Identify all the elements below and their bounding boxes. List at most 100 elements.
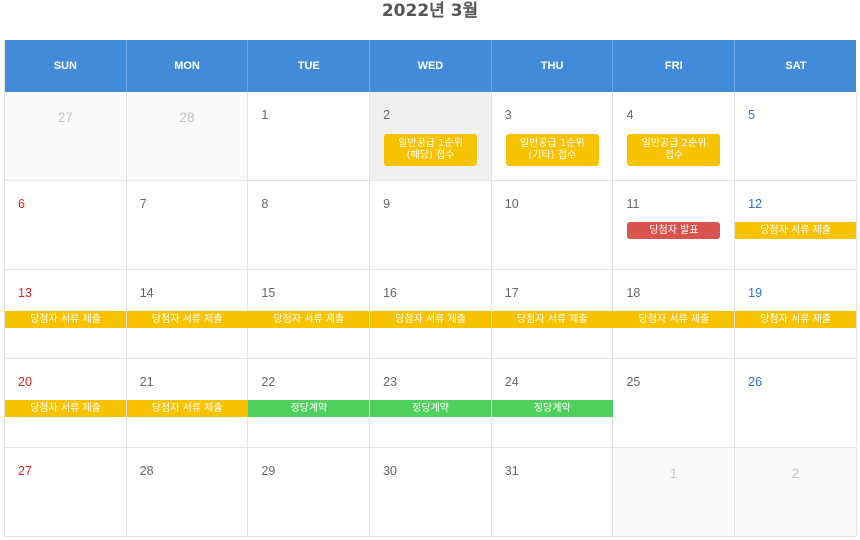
day-cell[interactable]: 13 당첨자 서류 제출 bbox=[5, 270, 127, 358]
day-number: 6 bbox=[18, 197, 25, 211]
calendar-title: 2022년 3월 bbox=[381, 1, 479, 21]
day-number: 16 bbox=[383, 286, 397, 300]
month-calendar: SUN MON TUE WED THU FRI SAT 27 28 1 2 일반… bbox=[4, 40, 857, 537]
week-row-4: 20 당첨자 서류 제출 21 당첨자 서류 제출 22 정당계약 23 정당계… bbox=[5, 359, 857, 448]
week-row-5: 27 28 29 30 31 1 2 bbox=[5, 448, 857, 537]
day-cell[interactable]: 25 bbox=[613, 359, 736, 447]
day-number: 23 bbox=[383, 375, 397, 389]
event-winner-announcement[interactable]: 당첨자 발표 bbox=[627, 222, 721, 239]
day-number: 27 bbox=[18, 464, 32, 478]
day-cell[interactable]: 31 bbox=[491, 448, 614, 536]
day-number: 2 bbox=[791, 466, 800, 481]
day-number: 7 bbox=[139, 197, 147, 211]
day-cell[interactable]: 1 bbox=[248, 92, 371, 180]
event-contract[interactable]: 정당계약 bbox=[491, 400, 613, 417]
event-document-submission[interactable]: 당첨자 서류 제출 bbox=[5, 400, 126, 417]
day-number: 19 bbox=[748, 286, 763, 300]
day-number: 24 bbox=[504, 375, 519, 389]
day-cell[interactable]: 11 당첨자 발표 bbox=[613, 181, 736, 269]
day-cell[interactable]: 5 bbox=[735, 92, 857, 180]
day-cell[interactable]: 19 당첨자 서류 제출 bbox=[735, 270, 857, 358]
event-document-submission[interactable]: 당첨자 서류 제출 bbox=[613, 311, 735, 328]
day-number: 14 bbox=[139, 286, 154, 300]
week-row-3: 13 당첨자 서류 제출 14 당첨자 서류 제출 15 당첨자 서류 제출 1… bbox=[5, 270, 857, 359]
day-cell[interactable]: 30 bbox=[370, 448, 492, 536]
day-cell[interactable]: 20 당첨자 서류 제출 bbox=[5, 359, 127, 447]
day-cell[interactable]: 21 당첨자 서류 제출 bbox=[126, 359, 249, 447]
day-cell[interactable]: 16 당첨자 서류 제출 bbox=[370, 270, 492, 358]
day-cell[interactable]: 6 bbox=[5, 181, 127, 269]
event-document-submission[interactable]: 당첨자 서류 제출 bbox=[735, 311, 857, 328]
day-cell-today[interactable]: 2 일반공급 1순위 (해당) 접수 bbox=[370, 92, 492, 180]
event-general-supply-1st-local[interactable]: 일반공급 1순위 (해당) 접수 bbox=[384, 134, 478, 166]
day-number: 10 bbox=[504, 197, 519, 211]
day-cell[interactable]: 27 bbox=[5, 448, 127, 536]
day-cell[interactable]: 12 당첨자 서류 제출 bbox=[735, 181, 857, 269]
event-document-submission[interactable]: 당첨자 서류 제출 bbox=[126, 311, 248, 328]
event-contract[interactable]: 정당계약 bbox=[370, 400, 492, 417]
day-number: 12 bbox=[748, 197, 763, 211]
day-number: 9 bbox=[383, 197, 391, 211]
weekday-header: SUN MON TUE WED THU FRI SAT bbox=[5, 40, 856, 92]
event-contract[interactable]: 정당계약 bbox=[248, 400, 370, 417]
day-number: 15 bbox=[261, 286, 276, 300]
weekday-mon: MON bbox=[127, 40, 249, 92]
day-cell[interactable]: 17 당첨자 서류 제출 bbox=[491, 270, 614, 358]
weekday-wed: WED bbox=[370, 40, 492, 92]
day-number: 31 bbox=[504, 464, 519, 478]
event-document-submission[interactable]: 당첨자 서류 제출 bbox=[248, 311, 370, 328]
day-number: 5 bbox=[748, 108, 756, 122]
event-document-submission[interactable]: 당첨자 서류 제출 bbox=[5, 311, 126, 328]
day-cell[interactable]: 14 당첨자 서류 제출 bbox=[126, 270, 249, 358]
day-cell[interactable]: 7 bbox=[126, 181, 249, 269]
day-cell[interactable]: 28 bbox=[126, 92, 249, 180]
weekday-tue: TUE bbox=[248, 40, 371, 92]
day-number: 29 bbox=[261, 464, 276, 478]
day-cell[interactable]: 2 bbox=[735, 448, 857, 536]
event-document-submission[interactable]: 당첨자 서류 제출 bbox=[370, 311, 492, 328]
week-row-2: 6 7 8 9 10 11 당첨자 발표 12 당첨자 서류 제출 bbox=[5, 181, 857, 270]
weekday-thu: THU bbox=[492, 40, 614, 92]
day-cell[interactable]: 9 bbox=[370, 181, 492, 269]
event-general-supply-2nd[interactable]: 일반공급 2순위 접수 bbox=[627, 134, 721, 166]
weekday-sat: SAT bbox=[785, 60, 807, 72]
day-cell[interactable]: 3 일반공급 1순위 (기타) 접수 bbox=[491, 92, 614, 180]
day-cell[interactable]: 22 정당계약 bbox=[248, 359, 371, 447]
day-cell[interactable]: 27 bbox=[5, 92, 127, 180]
day-cell[interactable]: 15 당첨자 서류 제출 bbox=[248, 270, 371, 358]
event-document-submission[interactable]: 당첨자 서류 제출 bbox=[491, 311, 613, 328]
day-number: 17 bbox=[504, 286, 519, 300]
day-number: 26 bbox=[748, 375, 763, 389]
day-cell[interactable]: 4 일반공급 2순위 접수 bbox=[613, 92, 736, 180]
day-number: 2 bbox=[383, 108, 391, 122]
day-cell[interactable]: 24 정당계약 bbox=[491, 359, 614, 447]
day-cell[interactable]: 26 bbox=[735, 359, 857, 447]
weekday-fri: FRI bbox=[613, 40, 736, 92]
event-general-supply-1st-other[interactable]: 일반공급 1순위 (기타) 접수 bbox=[505, 134, 599, 166]
day-number: 22 bbox=[261, 375, 276, 389]
day-number: 8 bbox=[261, 197, 269, 211]
day-number: 30 bbox=[383, 464, 397, 478]
day-number: 3 bbox=[504, 108, 512, 122]
day-cell[interactable]: 29 bbox=[248, 448, 371, 536]
day-number: 25 bbox=[626, 375, 641, 389]
day-number: 28 bbox=[139, 464, 154, 478]
day-number: 21 bbox=[139, 375, 154, 389]
day-number: 11 bbox=[626, 197, 640, 211]
day-cell[interactable]: 8 bbox=[248, 181, 371, 269]
weekday-sun: SUN bbox=[5, 40, 127, 92]
day-number: 4 bbox=[626, 108, 634, 122]
event-document-submission[interactable]: 당첨자 서류 제출 bbox=[126, 400, 248, 417]
day-cell[interactable]: 1 bbox=[613, 448, 736, 536]
day-number: 18 bbox=[626, 286, 641, 300]
day-number: 1 bbox=[670, 466, 678, 481]
day-number: 13 bbox=[18, 286, 32, 300]
day-number: 20 bbox=[18, 375, 32, 389]
day-cell[interactable]: 28 bbox=[126, 448, 249, 536]
day-number: 27 bbox=[57, 110, 73, 125]
day-cell[interactable]: 23 정당계약 bbox=[370, 359, 492, 447]
event-document-submission[interactable]: 당첨자 서류 제출 bbox=[735, 222, 857, 239]
day-cell[interactable]: 10 bbox=[491, 181, 614, 269]
day-number: 28 bbox=[179, 110, 195, 125]
day-cell[interactable]: 18 당첨자 서류 제출 bbox=[613, 270, 736, 358]
